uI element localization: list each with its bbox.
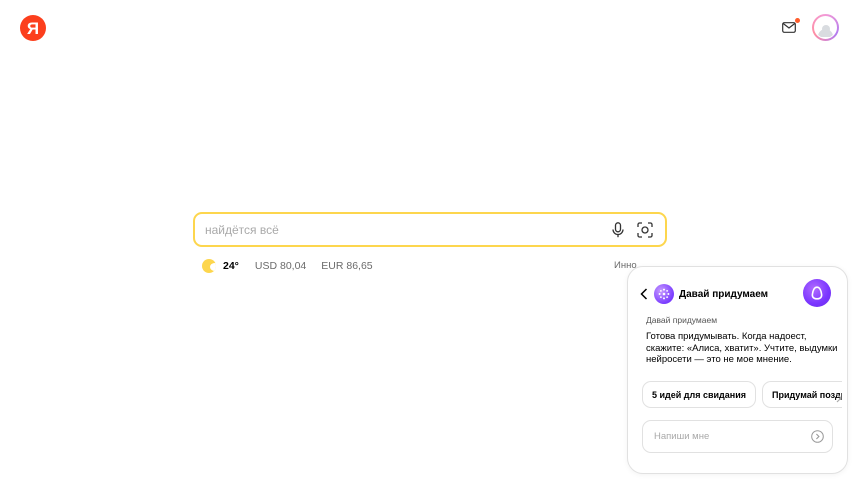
alice-message: Готова придумывать. Когда надоест, скажи… [646, 331, 838, 366]
suggestion-chip[interactable]: Придумай поздр [761, 381, 842, 408]
image-search-button[interactable] [635, 220, 655, 240]
suggestion-chips: 5 идей для свидания Придумай поздр [642, 381, 842, 408]
alice-panel-header: Давай придумаем [640, 281, 768, 307]
yandex-home-page: Я 24° [0, 0, 860, 487]
weather-sun-icon[interactable] [202, 259, 216, 273]
chevron-left-icon [640, 288, 648, 300]
search-bar[interactable] [193, 212, 667, 247]
chevron-right-icon [836, 393, 842, 403]
camera-search-icon [637, 221, 653, 238]
alice-message-input[interactable] [654, 431, 810, 442]
logo-letter: Я [26, 18, 40, 38]
send-arrow-icon [810, 430, 824, 443]
mail-button[interactable] [780, 18, 800, 35]
microphone-icon [612, 221, 624, 237]
alice-skill-title: Давай придумаем [679, 288, 769, 300]
voice-search-button[interactable] [608, 220, 628, 240]
mail-notification-dot [795, 18, 800, 23]
chips-scroll-button[interactable] [836, 390, 844, 403]
alice-orb-glyph [811, 286, 823, 300]
alice-orb-icon[interactable] [803, 279, 831, 307]
yandex-logo-icon[interactable]: Я [20, 15, 46, 41]
alice-chat-panel: Давай придумаем Давай придумаем Готова п… [627, 266, 848, 474]
user-avatar-button[interactable] [812, 14, 839, 41]
eur-rate[interactable]: EUR 86,65 [321, 260, 372, 272]
weather-temperature[interactable]: 24° [223, 260, 239, 272]
user-avatar-icon [814, 16, 837, 39]
skill-ideas-icon [654, 284, 674, 304]
alice-message-box[interactable] [642, 420, 833, 453]
avatar-head-shape [821, 25, 830, 33]
message-sender-label: Давай придумаем [646, 315, 718, 325]
usd-rate[interactable]: USD 80,04 [255, 260, 306, 272]
informer-row: 24° USD 80,04 EUR 86,65 [202, 258, 373, 274]
back-button[interactable] [640, 287, 650, 301]
skill-ideas-pattern [658, 288, 670, 300]
mail-icon [782, 21, 796, 33]
search-input[interactable] [205, 222, 601, 237]
send-button[interactable] [810, 430, 824, 444]
suggestion-chip[interactable]: 5 идей для свидания [642, 381, 756, 408]
